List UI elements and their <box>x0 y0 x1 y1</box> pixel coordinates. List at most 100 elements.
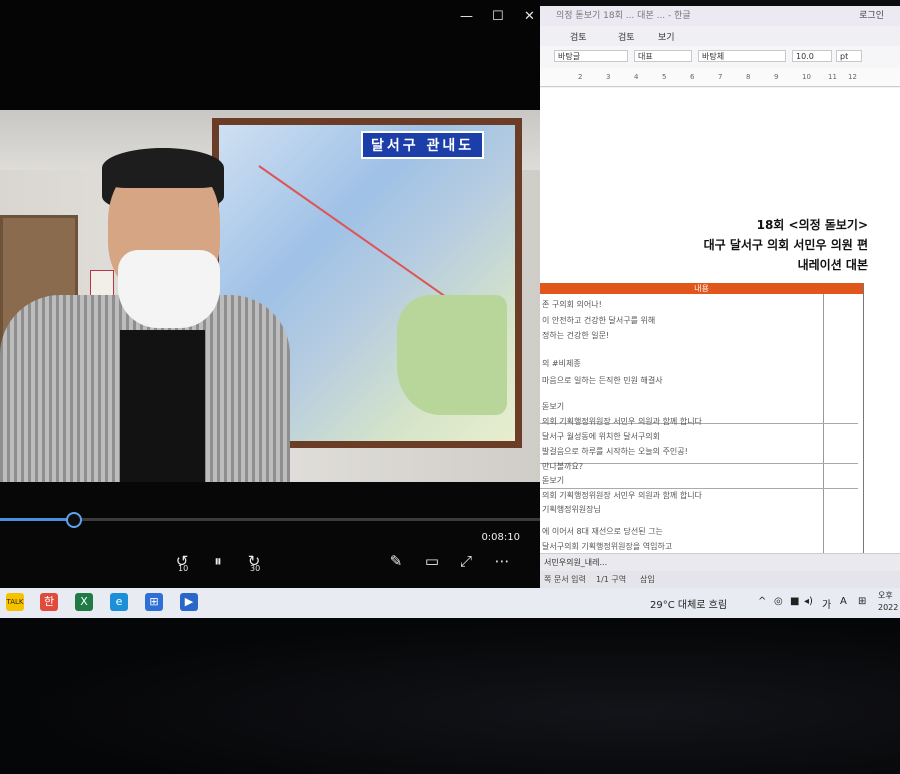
formatting-toolbar: 바탕글 대표 바탕체 10.0 pt <box>540 46 900 69</box>
table-line: 돋보기 <box>542 402 565 411</box>
document-tab[interactable]: 서민우의원_내레... <box>544 557 607 568</box>
status-insert-mode: 삽입 <box>640 575 655 584</box>
window-title: 의정 돋보기 18회 ... 대본 ... - 한글 <box>556 11 691 21</box>
keyboard-icon[interactable]: ⊞ <box>858 596 866 607</box>
tray-network-icon[interactable]: ■ <box>790 596 799 607</box>
maximize-button[interactable]: ☐ <box>492 9 504 25</box>
kakaotalk-label: TALK <box>6 598 24 606</box>
doc-heading-member: 대구 달서구 의회 서민우 의원 편 <box>703 238 868 252</box>
doc-heading-episode: 18회 <의정 돋보기> <box>756 218 868 232</box>
tray-overflow-icon[interactable]: ^ <box>758 596 766 607</box>
status-bar: 쪽 문서 입력 1/1 구역 삽입 <box>540 571 900 588</box>
style-select[interactable]: 바탕글 <box>554 50 628 62</box>
weather-widget[interactable]: 29°C 대체로 흐림 <box>650 596 727 611</box>
ime-mode-indicator[interactable]: A <box>840 596 847 607</box>
table-line: 이 안전하고 건강한 달서구를 위해 <box>542 316 656 325</box>
minimize-button[interactable]: — <box>460 9 473 25</box>
skip-back-button[interactable]: ↺ 10 <box>172 552 192 573</box>
edge-label: e <box>115 595 123 608</box>
ruler-tick: 5 <box>662 73 667 81</box>
ime-indicator[interactable]: 가 <box>822 596 831 611</box>
tray-app-icon[interactable]: ◎ <box>774 596 783 607</box>
miniplayer-button[interactable]: ▭ <box>423 552 441 570</box>
document-title-bar: 의정 돋보기 18회 ... 대본 ... - 한글 로그인 <box>540 6 900 26</box>
volume-icon[interactable]: ◂) <box>804 596 813 607</box>
media-player-window: — ☐ ✕ 달서구 관내도 0:08:10 ↺ 10 ⏸ ↻ 30 ✎ ▭ ⤢ … <box>0 0 540 588</box>
ruler-tick: 7 <box>718 73 723 81</box>
person-hair-top <box>102 148 224 188</box>
menu-review-2[interactable]: 검토 <box>618 30 635 43</box>
person-shirt <box>120 330 205 482</box>
table-line: 마음으로 일하는 든직한 민원 해결사 <box>542 376 663 385</box>
clock-time[interactable]: 오후 <box>878 590 893 601</box>
clock-date[interactable]: 2022 <box>878 603 898 612</box>
pause-icon: ⏸ <box>214 552 222 570</box>
app-label: ⊞ <box>149 595 159 608</box>
script-table: 내용 존 구의회 의어나! 이 안전하고 건강한 달서구를 위해 정하는 건강한… <box>540 283 864 553</box>
status-left: 쪽 문서 입력 <box>544 575 586 584</box>
login-button[interactable]: 로그인 <box>859 6 884 26</box>
seek-bar[interactable] <box>0 512 540 528</box>
table-line: 의 #비제종 <box>542 359 581 368</box>
map-road <box>258 165 465 311</box>
media-player-taskbar-icon[interactable]: ▶ <box>180 593 198 611</box>
excel-icon[interactable]: X <box>75 593 93 611</box>
skip-forward-button[interactable]: ↻ 30 <box>244 552 264 573</box>
ruler: 2 3 4 5 6 7 8 9 10 11 12 <box>540 68 900 87</box>
app-icon[interactable]: ⊞ <box>145 593 163 611</box>
video-frame[interactable]: 달서구 관내도 <box>0 110 540 482</box>
map-park <box>397 295 507 415</box>
ruler-tick: 8 <box>746 73 751 81</box>
table-line: 달서구 월성동에 위치한 달서구의회 <box>542 432 661 441</box>
more-options-button[interactable]: ⋯ <box>494 552 510 570</box>
media-player-label: ▶ <box>184 595 194 608</box>
edit-button[interactable]: ✎ <box>388 552 404 570</box>
table-line: 정하는 건강한 일문! <box>542 331 610 340</box>
menu-review[interactable]: 검토 <box>570 30 587 43</box>
person-mask <box>118 250 220 328</box>
skip-back-label: 10 <box>178 564 189 573</box>
document-tab-bar: 서민우의원_내레... <box>540 553 900 572</box>
font-size-input[interactable]: 10.0 <box>792 50 832 62</box>
more-icon: ⋯ <box>494 552 510 570</box>
excel-label: X <box>80 595 88 608</box>
ruler-tick: 6 <box>690 73 695 81</box>
font-name-select[interactable]: 바탕체 <box>698 50 786 62</box>
ruler-tick: 4 <box>634 73 639 81</box>
table-line: 돋보기 <box>542 476 565 485</box>
table-rule <box>540 488 858 489</box>
edge-icon[interactable]: e <box>110 593 128 611</box>
ruler-tick: 9 <box>774 73 779 81</box>
status-section: 1/1 구역 <box>596 575 627 584</box>
table-line: 만나볼까요? <box>542 462 584 471</box>
taskbar: TALK 한 X e ⊞ ▶ 29°C 대체로 흐림 ^ ◎ ■ ◂) 가 A … <box>0 588 900 618</box>
table-line: 의회 기획행정위원장 서민우 의원과 함께 합니다 <box>542 417 702 426</box>
document-editor-window: 의정 돋보기 18회 ... 대본 ... - 한글 로그인 검토 검토 보기 … <box>540 6 900 588</box>
fullscreen-button[interactable]: ⤢ <box>458 552 474 570</box>
ruler-tick: 10 <box>802 73 811 81</box>
table-rule <box>540 463 858 464</box>
menu-bar: 검토 검토 보기 <box>540 26 900 46</box>
monitor-bezel-dark <box>0 618 900 774</box>
map-title: 달서구 관내도 <box>361 131 485 159</box>
pause-button[interactable]: ⏸ <box>210 552 226 570</box>
ruler-tick: 3 <box>606 73 611 81</box>
table-header: 내용 <box>540 283 863 294</box>
table-line: 의회 기획행정위원장 서민우 의원과 함께 합니다 <box>542 491 702 500</box>
miniplayer-icon: ▭ <box>424 552 440 570</box>
ruler-tick: 12 <box>848 73 857 81</box>
font-unit-select[interactable]: pt <box>836 50 862 62</box>
font-kind-select[interactable]: 대표 <box>634 50 692 62</box>
elapsed-time: 0:08:10 <box>481 532 520 543</box>
close-button[interactable]: ✕ <box>524 9 535 25</box>
ruler-tick: 11 <box>828 73 837 81</box>
hwp-icon[interactable]: 한 <box>40 593 58 611</box>
menu-view[interactable]: 보기 <box>658 30 675 43</box>
seek-thumb[interactable] <box>65 512 82 528</box>
ruler-tick: 2 <box>578 73 583 81</box>
table-line: 존 구의회 의어나! <box>542 300 602 309</box>
document-page[interactable]: 18회 <의정 돋보기> 대구 달서구 의회 서민우 의원 편 내레이션 대본 … <box>540 88 900 553</box>
player-controls: 0:08:10 ↺ 10 ⏸ ↻ 30 ✎ ▭ ⤢ ⋯ <box>0 482 540 588</box>
kakaotalk-icon[interactable]: TALK <box>6 593 24 611</box>
skip-forward-label: 30 <box>250 564 261 573</box>
